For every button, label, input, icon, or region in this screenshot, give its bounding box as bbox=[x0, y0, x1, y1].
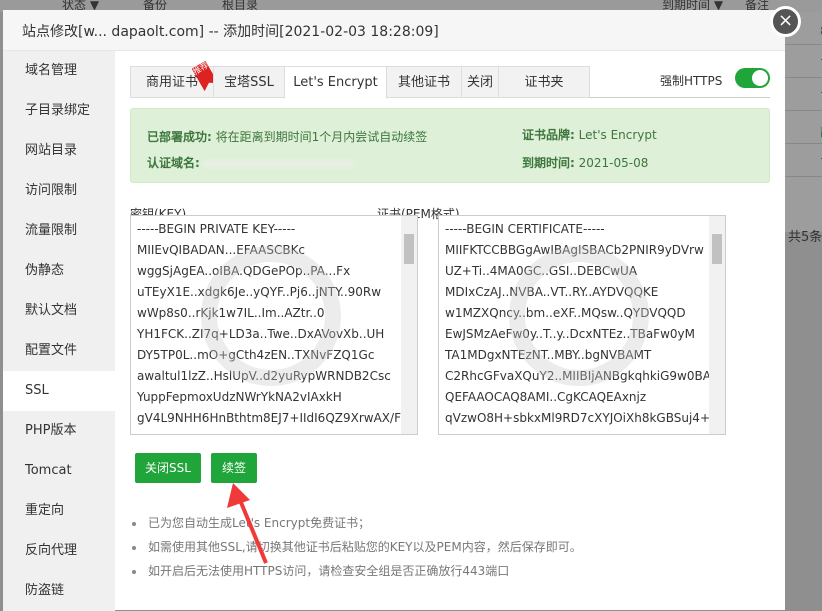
expire-label: 到期时间: bbox=[522, 156, 575, 170]
renew-button[interactable]: 续签 bbox=[211, 453, 257, 483]
dialog-title: 站点修改[w... dapaolt.com] -- 添加时间[2021-02-0… bbox=[3, 10, 785, 51]
brand-label: 证书品牌: bbox=[522, 128, 575, 142]
note-item: 已为您自动生成Let's Encrypt免费证书； bbox=[130, 511, 582, 535]
cert-line: QEFAAOCAQ8AMI..CgKCAQEAxnjz bbox=[445, 390, 647, 404]
sidebar-item-reverse-proxy[interactable]: 反向代理 bbox=[3, 531, 115, 571]
key-line: gV4L9NHH6HnBthtm8EJ7+IIdI6QZ9XrwAX/Fl bbox=[137, 411, 405, 425]
deploy-label: 已部署成功: bbox=[147, 130, 212, 144]
key-line: uTEyX1E..xdgk6Je..yQYF..Pj6..jNTY..90Rw bbox=[137, 285, 382, 299]
background-table-cells: 8 7 7 静 7 bbox=[785, 12, 822, 232]
cert-scrollbar[interactable] bbox=[709, 216, 725, 434]
key-textarea[interactable]: -----BEGIN PRIVATE KEY----- MIIEvQIBADAN… bbox=[130, 215, 418, 435]
bg-record-count: 共5条 bbox=[788, 230, 822, 245]
sidebar-item-access-limit[interactable]: 访问限制 bbox=[3, 171, 115, 211]
key-scrollbar[interactable] bbox=[401, 216, 417, 434]
cert-line: EwJSMzAeFw0y..T..y..DcxNTEz..TBaFw0yM bbox=[445, 327, 695, 341]
force-https-toggle[interactable] bbox=[735, 68, 770, 88]
note-item: 如需使用其他SSL,请切换其他证书后粘贴您的KEY以及PEM内容，然后保存即可。 bbox=[130, 535, 582, 559]
sidebar-item-site-dir[interactable]: 网站目录 bbox=[3, 131, 115, 171]
sidebar-item-config[interactable]: 配置文件 bbox=[3, 331, 115, 371]
cert-line: C2RhcGFvaXQuY2..MIIBIjANBgkqhkiG9w0BA bbox=[445, 369, 711, 383]
sidebar-item-traffic-limit[interactable]: 流量限制 bbox=[3, 211, 115, 251]
key-line: YuppFepmoxUdzNWrYkNA2vIAxkH bbox=[137, 390, 342, 404]
ssl-notes: 已为您自动生成Let's Encrypt免费证书； 如需使用其他SSL,请切换其… bbox=[130, 511, 582, 583]
site-edit-dialog: 站点修改[w... dapaolt.com] -- 添加时间[2021-02-0… bbox=[3, 6, 801, 611]
sidebar: 域名管理 子目录绑定 网站目录 访问限制 流量限制 伪静态 默认文档 配置文件 … bbox=[3, 51, 115, 611]
sidebar-item-php[interactable]: PHP版本 bbox=[3, 411, 115, 451]
sidebar-item-tomcat[interactable]: Tomcat bbox=[3, 451, 115, 491]
sidebar-item-subdir[interactable]: 子目录绑定 bbox=[3, 91, 115, 131]
bg-cell: 7 bbox=[785, 45, 822, 78]
bg-cell: 静 bbox=[785, 111, 822, 144]
sidebar-item-ssl[interactable]: SSL bbox=[3, 371, 115, 411]
key-line: DY5TP0L..mO+gCth4zEN..TXNvFZQ1Gc bbox=[137, 348, 375, 362]
tab-commercial[interactable]: 商用证书 推荐 bbox=[130, 66, 214, 98]
close-ssl-button[interactable]: 关闭SSL bbox=[135, 453, 201, 483]
close-icon[interactable]: × bbox=[770, 6, 801, 37]
key-line: -----BEGIN PRIVATE KEY----- bbox=[137, 222, 296, 236]
cert-line: -----BEGIN CERTIFICATE----- bbox=[445, 222, 605, 236]
sidebar-item-redirect[interactable]: 重定向 bbox=[3, 491, 115, 531]
domain-label: 认证域名: bbox=[147, 156, 200, 170]
cert-line: MIIFKTCCBBGgAwIBAgISBACb2PNIR9yDVrw bbox=[445, 243, 704, 257]
sidebar-item-hotlink[interactable]: 防盗链 bbox=[3, 571, 115, 611]
expire-value: 2021-05-08 bbox=[578, 156, 649, 170]
force-https-label: 强制HTTPS bbox=[660, 74, 723, 88]
note-item: 如开启后无法使用HTTPS访问，请检查安全组是否正确放行443端口 bbox=[130, 559, 582, 583]
tab-other-cert[interactable]: 其他证书 bbox=[386, 66, 462, 98]
tab-close[interactable]: 关闭 bbox=[461, 66, 499, 98]
cert-line: UZ+Ti..4MA0GC..GSI..DEBCwUA bbox=[445, 264, 638, 278]
cert-line: TA1MDgxNTEzNT..MBY..bgNVBAMT bbox=[445, 348, 652, 362]
cert-textarea[interactable]: -----BEGIN CERTIFICATE----- MIIFKTCCBBGg… bbox=[438, 215, 726, 435]
cert-line: qVzwO8H+sbkxMl9RD7cXYJOiXh8kGBSuj4+ bbox=[445, 411, 710, 425]
key-line: wWp8s0..rKjk1w7IL..Im..AZtr..0 bbox=[137, 306, 325, 320]
key-line: YH1FCK..ZI7q+LD3a..Twe..DxAVovXb..UH bbox=[137, 327, 385, 341]
key-line: wggSjAgEA..oIBA.QDGePOp..PA...Fx bbox=[137, 264, 351, 278]
tab-cert-folder[interactable]: 证书夹 bbox=[498, 66, 590, 98]
key-line: awaltul1lzZ..HslUpV..d2yuRypWRNDB2Csc bbox=[137, 369, 391, 383]
key-line: MIIEvQIBADAN...EFAASCBKc bbox=[137, 243, 306, 257]
cert-status-box: 已部署成功: 将在距离到期时间1个月内尝试自动续签 认证域名: 证书品牌: Le… bbox=[130, 108, 770, 183]
tab-lets-encrypt[interactable]: Let's Encrypt bbox=[284, 66, 387, 99]
tab-bt-ssl[interactable]: 宝塔SSL bbox=[213, 66, 285, 98]
tab-label: 商用证书 bbox=[145, 75, 198, 90]
brand-value: Let's Encrypt bbox=[578, 128, 657, 142]
sidebar-item-domain[interactable]: 域名管理 bbox=[3, 51, 115, 91]
cert-line: MDIxCzAJ..NVBA..VT..RY..AYDVQQKE bbox=[445, 285, 659, 299]
bg-cell: 7 bbox=[785, 78, 822, 111]
cert-line: w1MZXQncy..bm..eXF..MQsw..QYDVQQD bbox=[445, 306, 686, 320]
domain-redacted bbox=[203, 159, 354, 168]
deploy-text: 将在距离到期时间1个月内尝试自动续签 bbox=[215, 130, 428, 144]
sidebar-item-rewrite[interactable]: 伪静态 bbox=[3, 251, 115, 291]
sidebar-item-default-doc[interactable]: 默认文档 bbox=[3, 291, 115, 331]
bg-cell: 7 bbox=[785, 144, 822, 177]
